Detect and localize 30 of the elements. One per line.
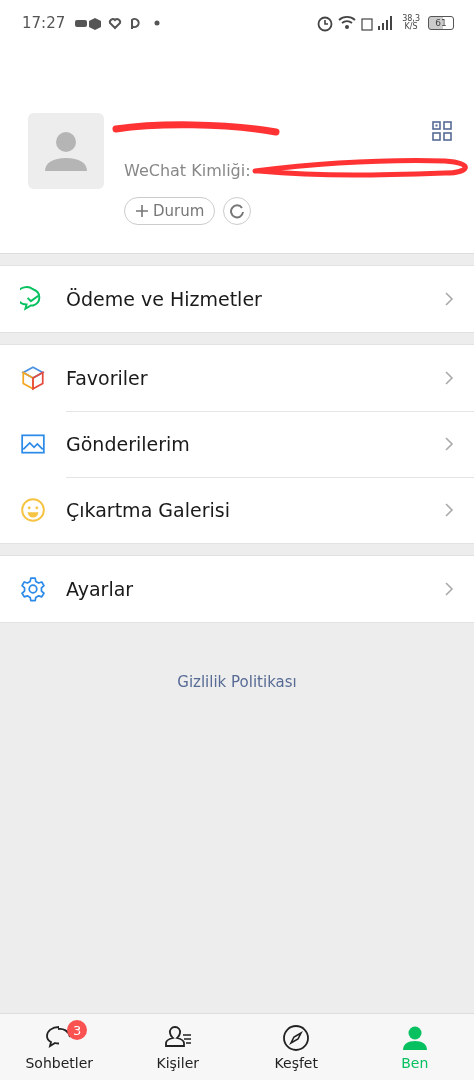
unread-badge: 3 [67,1020,88,1040]
network-speed: 38,3 [402,14,420,23]
chevron-right-icon [444,370,454,386]
chevron-right-icon [444,581,454,597]
menu-item[interactable]: Ödeme ve Hizmetler [0,266,474,332]
battery-icon: 61 [428,15,454,30]
plus-icon [135,204,149,218]
compass-icon [281,1023,312,1053]
chevron-right-icon [444,291,454,307]
menu-item[interactable]: Çıkartma Galerisi [0,477,474,543]
menu-item[interactable]: Favoriler [0,345,474,411]
tab[interactable]: Sohbetler 3 [0,1014,119,1080]
tab[interactable]: Keşfet [237,1014,356,1080]
refresh-button[interactable] [223,197,252,225]
cube-icon [20,365,46,391]
menu-item[interactable]: Gönderilerim [0,411,474,477]
refresh-icon [229,203,246,219]
wechat-id-label: WeChat Kimliği: [124,160,251,180]
qr-code-icon[interactable] [432,121,452,141]
speed-unit: K/S [404,22,418,31]
chevron-right-icon [444,436,454,452]
smiley-icon [20,497,46,523]
status-time: 17:27 [22,13,66,32]
image-icon [20,431,46,457]
settings-icon [20,576,46,602]
menu-item[interactable]: Ayarlar [0,556,474,622]
privacy-policy-link[interactable]: Gizlilik Politikası [177,673,297,691]
chevron-right-icon [444,502,454,518]
tab[interactable]: Kişiler [118,1014,237,1080]
add-status-button[interactable]: Durum [124,197,216,225]
